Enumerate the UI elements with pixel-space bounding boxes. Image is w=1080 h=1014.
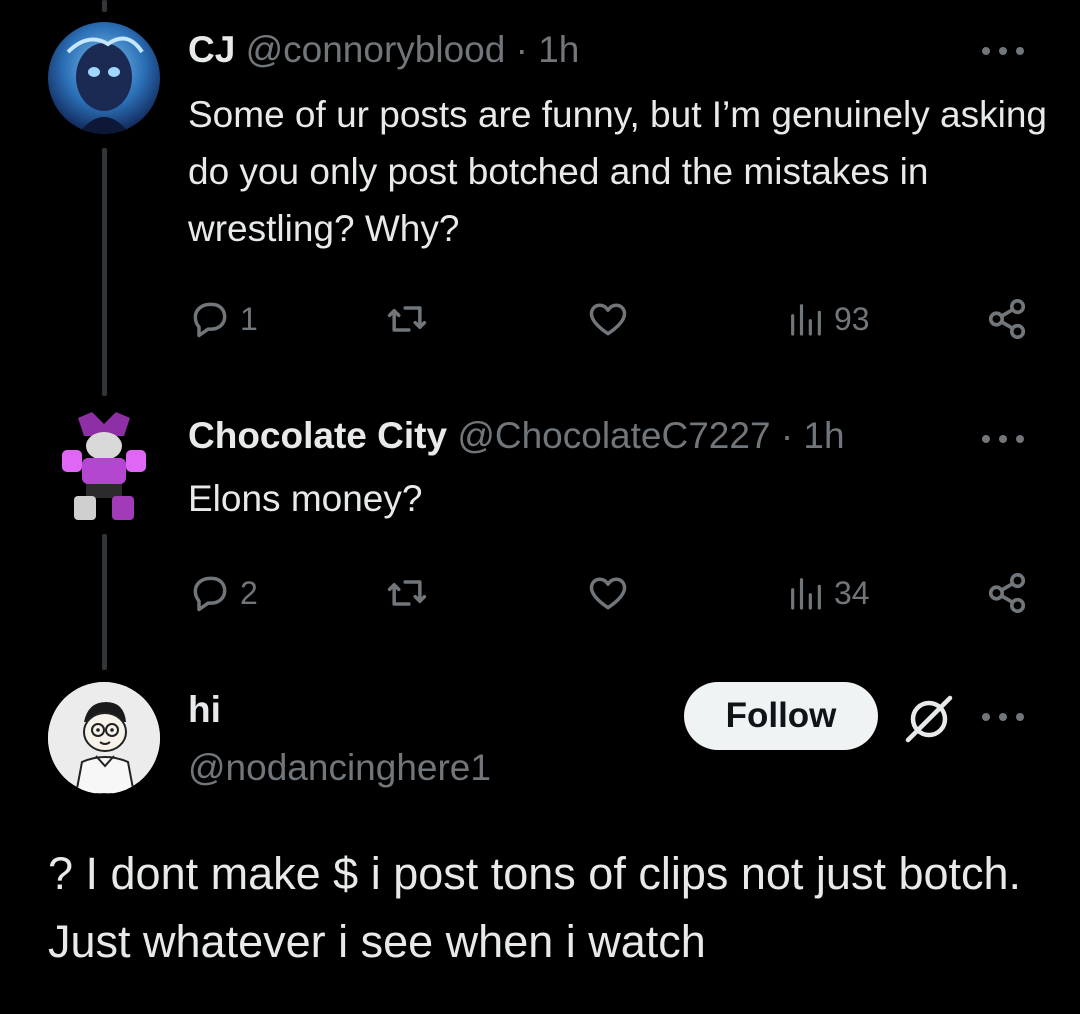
repost-button[interactable]: [384, 568, 430, 618]
avatar-chocolate-city[interactable]: [48, 410, 160, 522]
post-text: Some of ur posts are funny, but I’m genu…: [188, 94, 1048, 249]
action-bar: 2 34: [188, 568, 1030, 618]
share-button[interactable]: [984, 568, 1030, 618]
author-handle[interactable]: @nodancinghere1: [188, 746, 491, 790]
avatar-cj-image: [48, 22, 160, 134]
repost-icon: [387, 306, 427, 332]
reply-button[interactable]: 1: [188, 294, 258, 344]
display-name[interactable]: Chocolate City: [188, 415, 447, 456]
more-icon[interactable]: [978, 40, 1028, 60]
more-icon[interactable]: [978, 428, 1028, 448]
avatar-author[interactable]: [48, 682, 160, 794]
thread-line-top: [102, 0, 107, 12]
views-count: 93: [834, 300, 870, 337]
views-icon: [791, 578, 821, 610]
thread-line-1: [102, 148, 107, 396]
repost-icon: [387, 580, 427, 606]
post-header: Chocolate City @ChocolateC7227 · 1h: [188, 414, 845, 458]
action-bar: 1 93: [188, 294, 1030, 344]
more-icon[interactable]: [978, 706, 1028, 726]
avatar-chocolate-city-image: [48, 410, 160, 522]
reply-count: 1: [240, 300, 258, 337]
like-button[interactable]: [586, 568, 630, 618]
separator: ·: [780, 415, 794, 456]
separator: ·: [515, 29, 528, 70]
views-button[interactable]: 93: [786, 294, 870, 344]
reply-icon: [193, 576, 227, 612]
reply-button[interactable]: 2: [188, 568, 258, 618]
grok-icon[interactable]: [902, 690, 958, 746]
views-count: 34: [834, 574, 870, 611]
post-header: CJ @connoryblood · 1h: [188, 28, 579, 72]
share-button[interactable]: [984, 294, 1030, 344]
timestamp[interactable]: 1h: [803, 415, 844, 456]
reply-icon: [193, 302, 227, 338]
author-display-name[interactable]: hi: [188, 688, 221, 732]
like-button[interactable]: [586, 294, 630, 344]
main-post-text: ? I dont make $ i post tons of clips not…: [48, 848, 1022, 967]
follow-button[interactable]: Follow: [684, 682, 878, 750]
user-handle[interactable]: @connoryblood: [246, 29, 506, 70]
avatar-cj[interactable]: [48, 22, 160, 134]
repost-button[interactable]: [384, 294, 430, 344]
display-name[interactable]: CJ: [188, 29, 235, 70]
views-button[interactable]: 34: [786, 568, 870, 618]
post-text: Elons money?: [188, 478, 423, 519]
avatar-author-image: [48, 682, 160, 794]
share-icon: [988, 572, 1026, 614]
user-handle[interactable]: @ChocolateC7227: [457, 415, 770, 456]
like-icon: [589, 303, 627, 336]
views-icon: [791, 304, 821, 336]
timestamp[interactable]: 1h: [538, 29, 579, 70]
reply-count: 2: [240, 574, 258, 611]
share-icon: [988, 298, 1026, 340]
thread-line-2: [102, 534, 107, 670]
like-icon: [589, 577, 627, 610]
